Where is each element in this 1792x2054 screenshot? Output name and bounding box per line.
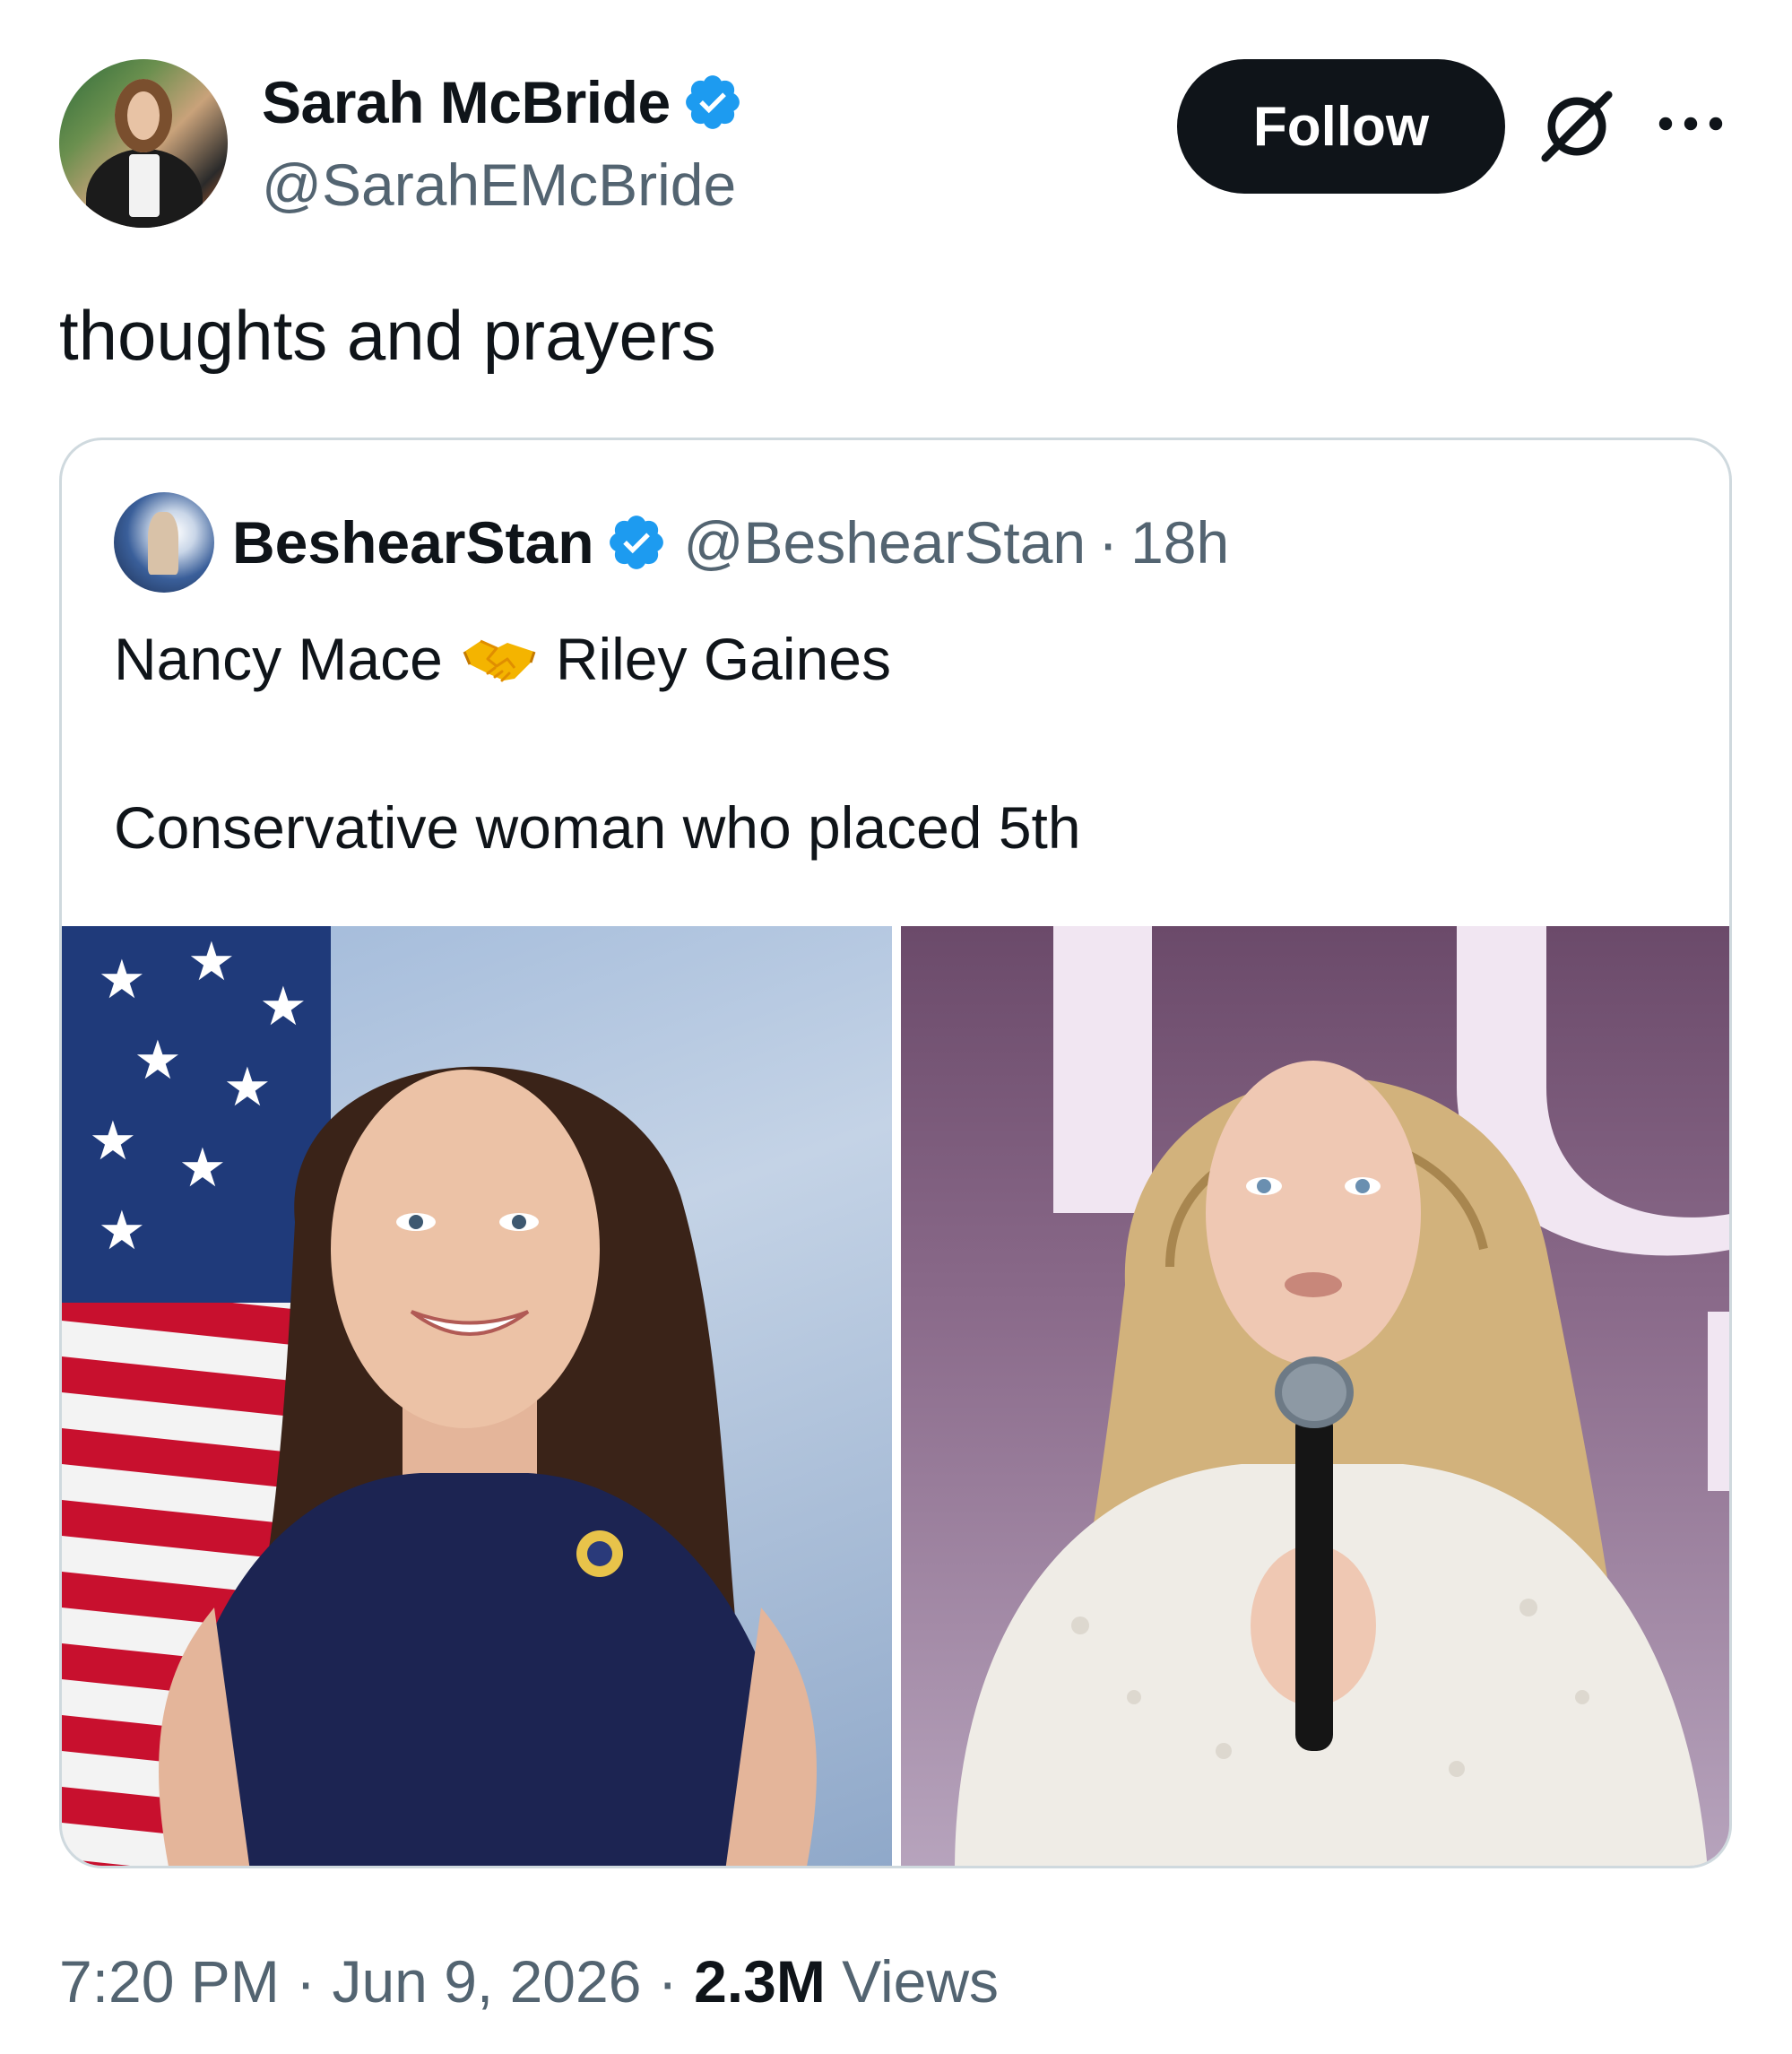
photo-left-illustration: ★ ★ ★ ★ ★ ★ ★ ★ — [62, 926, 817, 1866]
views-count[interactable]: 2.3M — [694, 1948, 826, 2015]
quote-separator: · — [1098, 509, 1119, 576]
author-name-row[interactable]: Sarah McBride — [262, 65, 744, 140]
author-display-name[interactable]: Sarah McBride — [262, 68, 671, 136]
quote-text-left: Nancy Mace — [114, 626, 443, 692]
svg-text:★: ★ — [178, 1137, 227, 1200]
svg-text:★: ★ — [98, 949, 146, 1011]
meta-separator: · — [657, 1948, 678, 2015]
follow-button[interactable]: Follow — [1177, 59, 1505, 194]
quote-media-grid[interactable]: ★ ★ ★ ★ ★ ★ ★ ★ — [62, 926, 1729, 1866]
avatar-shirt-shape — [129, 154, 160, 217]
tweet: Sarah McBride @SarahEMcBride Follow thou… — [0, 0, 1792, 2054]
more-icon[interactable] — [1655, 106, 1727, 142]
quote-timestamp[interactable]: 18h — [1130, 508, 1229, 576]
tweet-text: thoughts and prayers — [59, 296, 716, 375]
quote-avatar-figure — [148, 512, 178, 575]
quote-photo-left[interactable]: ★ ★ ★ ★ ★ ★ ★ ★ — [62, 926, 892, 1866]
quote-text-line-1: Nancy Mace Riley Gaines — [114, 614, 891, 704]
quote-display-name[interactable]: BeshearStan — [232, 508, 594, 576]
svg-text:★: ★ — [98, 1200, 146, 1262]
avatar-face-shape — [115, 79, 172, 152]
tweet-meta: 7:20 PM · Jun 9, 2026 · 2.3M Views — [59, 1947, 999, 2015]
handshake-icon — [463, 639, 536, 682]
verified-badge-icon — [609, 516, 663, 569]
grok-icon[interactable] — [1535, 84, 1619, 169]
views-label: Views — [842, 1948, 1000, 2015]
quote-text-right: Riley Gaines — [555, 626, 891, 692]
author-avatar[interactable] — [59, 59, 228, 228]
meta-separator: · — [296, 1948, 316, 2015]
quote-photo-right[interactable] — [901, 926, 1729, 1866]
tweet-time[interactable]: 7:20 PM — [59, 1948, 280, 2015]
author-handle[interactable]: @SarahEMcBride — [262, 151, 736, 219]
photo-right-illustration — [955, 926, 1729, 1866]
quoted-tweet[interactable]: BeshearStan @BeshearStan · 18h Nancy Mac… — [59, 438, 1732, 1868]
svg-text:★: ★ — [223, 1056, 272, 1119]
quote-header: BeshearStan @BeshearStan · 18h — [232, 498, 1229, 587]
svg-text:★: ★ — [89, 1110, 137, 1173]
svg-text:★: ★ — [134, 1029, 182, 1092]
svg-text:★: ★ — [259, 975, 307, 1038]
tweet-date[interactable]: Jun 9, 2026 — [332, 1948, 641, 2015]
quote-author-avatar[interactable] — [114, 492, 214, 593]
verified-badge-icon — [685, 75, 740, 129]
svg-text:★: ★ — [187, 931, 236, 993]
quote-handle[interactable]: @BeshearStan — [684, 508, 1086, 576]
quote-text-line-2: Conservative woman who placed 5th — [114, 794, 1081, 861]
